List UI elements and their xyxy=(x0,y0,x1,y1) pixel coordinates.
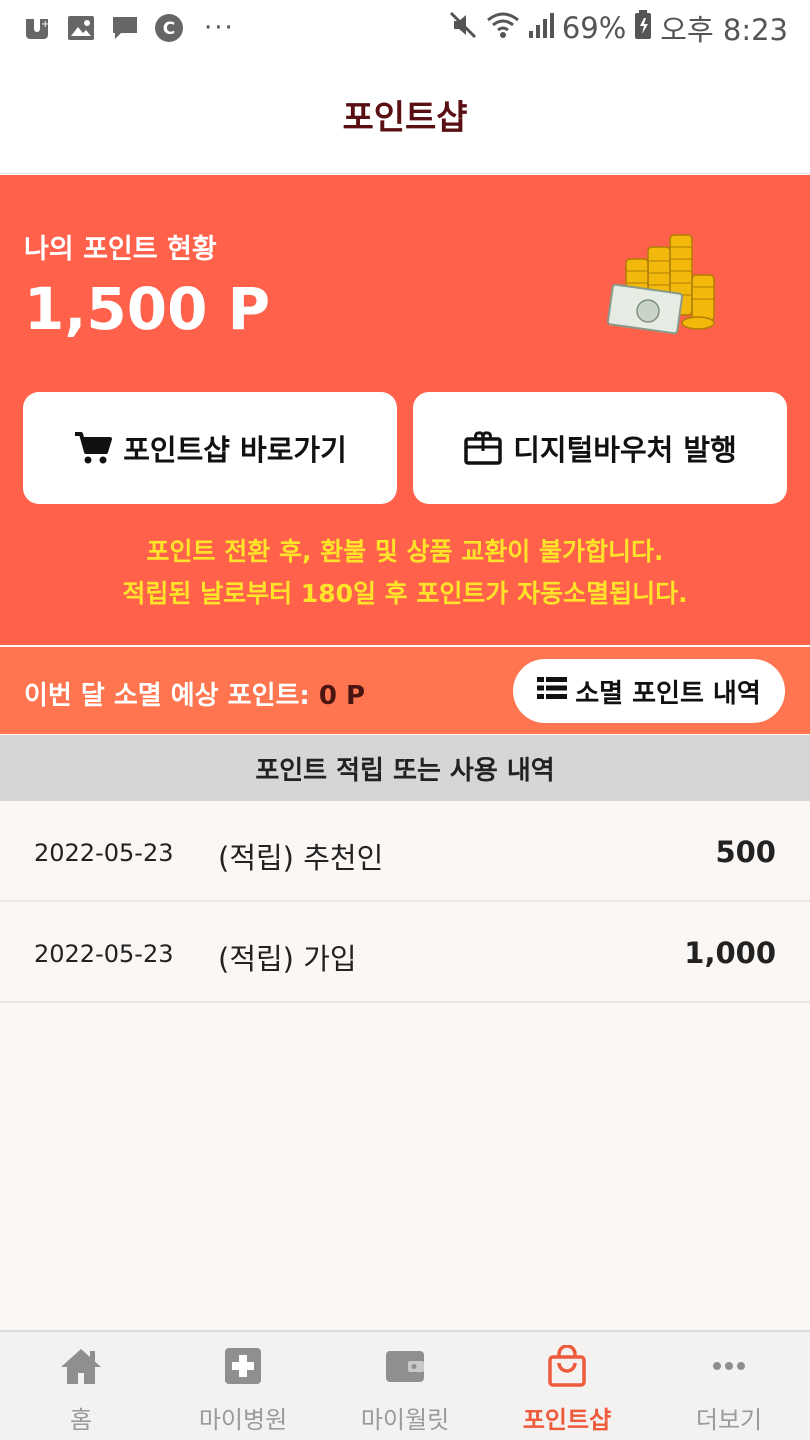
expiring-points-label: 이번 달 소멸 예상 포인트: xyxy=(24,681,319,711)
history-section-header: 포인트 적립 또는 사용 내역 xyxy=(0,735,810,801)
message-icon xyxy=(110,13,140,43)
battery-percent: 69% xyxy=(561,11,627,45)
history-description: (적립) 추천인 xyxy=(218,841,384,875)
bottom-navigation: 홈 마이병원 마이월릿 포인트샵 더보기 xyxy=(0,1330,810,1440)
tab-more[interactable]: 더보기 xyxy=(648,1332,810,1440)
history-row: 2022-05-23 (적립) 추천인 500 xyxy=(0,801,810,902)
wallet-icon xyxy=(383,1346,427,1386)
expiring-points-text: 이번 달 소멸 예상 포인트: 0 P xyxy=(24,675,365,712)
issue-digital-voucher-label: 디지털바우처 발행 xyxy=(513,433,737,467)
money-coins-icon xyxy=(606,234,715,335)
tab-more-label: 더보기 xyxy=(695,1406,763,1434)
point-summary-panel: 나의 포인트 현황 1,500 P 포인트샵 바로가기 디지털바우처 발행 포인… xyxy=(0,175,810,645)
expiring-points-bar: 이번 달 소멸 예상 포인트: 0 P 소멸 포인트 내역 xyxy=(0,647,810,734)
history-description: (적립) 가입 xyxy=(218,942,357,976)
history-row: 2022-05-23 (적립) 가입 1,000 xyxy=(0,902,810,1003)
c-circle-icon: C xyxy=(154,13,184,43)
go-to-point-shop-label: 포인트샵 바로가기 xyxy=(123,433,347,467)
wifi-icon xyxy=(486,10,520,47)
notice-line-2: 적립된 날로부터 180일 후 포인트가 자동소멸됩니다. xyxy=(122,579,688,608)
expired-points-history-label: 소멸 포인트 내역 xyxy=(575,678,761,709)
point-summary-label: 나의 포인트 현황 xyxy=(24,234,217,265)
history-amount: 1,000 xyxy=(684,936,776,970)
point-notice: 포인트 전환 후, 환불 및 상품 교환이 불가합니다. 적립된 날로부터 18… xyxy=(0,531,810,615)
signal-icon xyxy=(528,11,554,46)
hospital-icon xyxy=(221,1346,265,1386)
svg-text:+: + xyxy=(41,19,49,30)
tab-my-wallet-label: 마이월릿 xyxy=(360,1406,450,1434)
status-bar: + C ··· 69% 오후 8:23 xyxy=(0,0,810,56)
notification-overflow: ··· xyxy=(204,13,235,43)
u-plus-icon: + xyxy=(22,13,52,43)
shopping-bag-icon xyxy=(545,1345,589,1387)
history-date: 2022-05-23 xyxy=(34,839,174,867)
go-to-point-shop-button[interactable]: 포인트샵 바로가기 xyxy=(23,392,397,504)
list-icon xyxy=(537,676,568,707)
app-header: 포인트샵 xyxy=(0,56,810,174)
tab-home-label: 홈 xyxy=(69,1406,93,1434)
history-amount: 500 xyxy=(715,835,776,869)
point-balance: 1,500 P xyxy=(24,275,271,343)
issue-digital-voucher-button[interactable]: 디지털바우처 발행 xyxy=(413,392,787,504)
clock: 오후 8:23 xyxy=(660,13,788,47)
more-icon xyxy=(707,1346,751,1386)
expired-points-history-button[interactable]: 소멸 포인트 내역 xyxy=(513,659,785,723)
tab-my-hospital-label: 마이병원 xyxy=(198,1406,288,1434)
gift-card-icon xyxy=(463,428,503,468)
home-icon xyxy=(59,1346,103,1386)
history-list: 2022-05-23 (적립) 추천인 500 2022-05-23 (적립) … xyxy=(0,801,810,1003)
tab-home[interactable]: 홈 xyxy=(0,1332,162,1440)
cart-icon xyxy=(73,428,113,468)
tab-point-shop-label: 포인트샵 xyxy=(522,1406,612,1434)
battery-icon xyxy=(634,9,652,47)
tab-point-shop[interactable]: 포인트샵 xyxy=(486,1332,648,1440)
image-icon xyxy=(66,13,96,43)
notice-line-1: 포인트 전환 후, 환불 및 상품 교환이 불가합니다. xyxy=(146,537,664,566)
tab-my-wallet[interactable]: 마이월릿 xyxy=(324,1332,486,1440)
mute-icon xyxy=(448,10,478,47)
svg-text:C: C xyxy=(163,19,175,39)
page-title: 포인트샵 xyxy=(342,98,468,138)
expiring-points-value: 0 P xyxy=(318,681,366,711)
history-date: 2022-05-23 xyxy=(34,940,174,968)
tab-my-hospital[interactable]: 마이병원 xyxy=(162,1332,324,1440)
